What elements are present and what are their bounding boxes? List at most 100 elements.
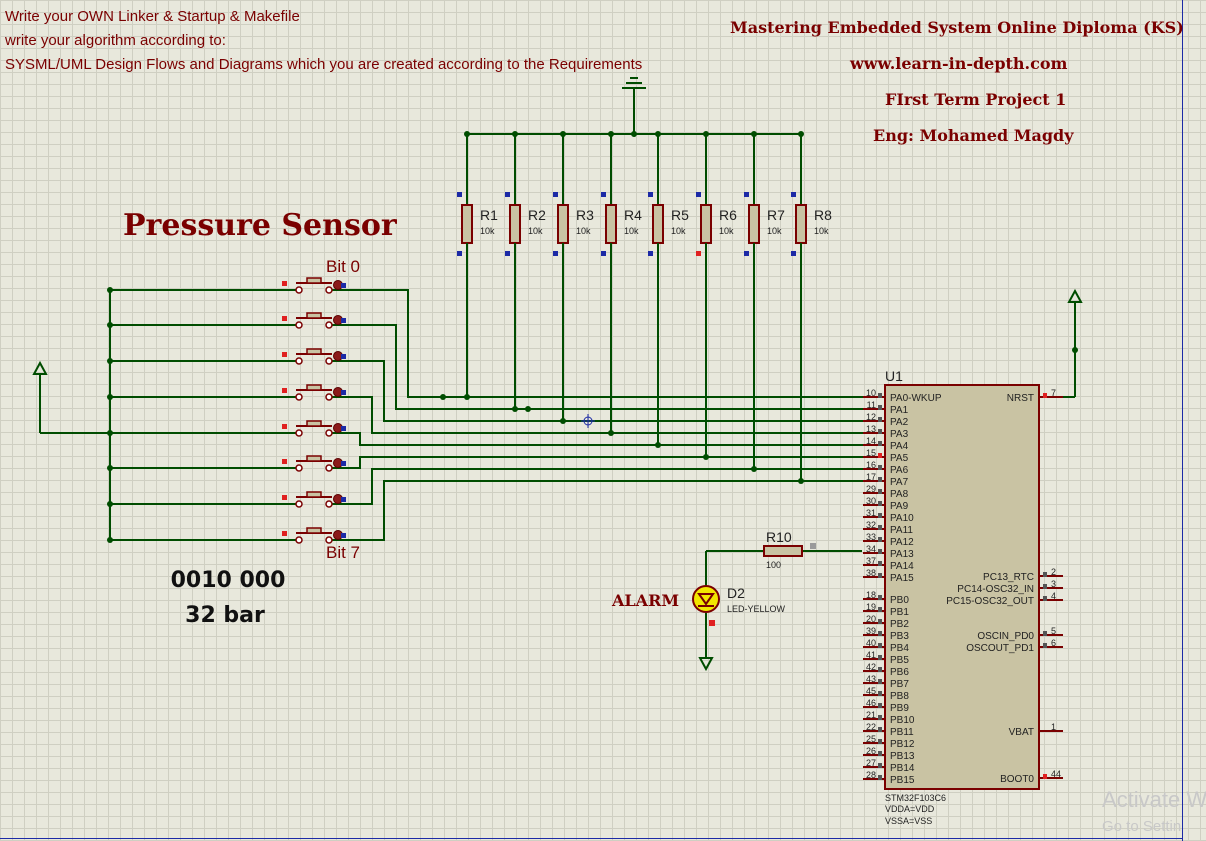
pin-name: PB10: [890, 715, 915, 726]
pin-number: 17: [866, 472, 876, 482]
pin-number: 19: [866, 602, 876, 612]
pin-marker-left: [282, 352, 287, 357]
schematic-canvas[interactable]: R110kR210kR310kR410kR510kR610kR710kR810k…: [0, 0, 1206, 841]
pin-marker-top: [648, 192, 653, 197]
resistor-body: [652, 204, 664, 244]
pin-number: 42: [866, 662, 876, 672]
pin-number: 27: [866, 758, 876, 768]
pin-name: BOOT0: [1000, 774, 1034, 785]
pin-marker: [878, 655, 882, 660]
pin-marker-left: [282, 281, 287, 286]
pin-marker: [878, 465, 882, 470]
pin-number: 39: [866, 626, 876, 636]
ground-arrow-led: [698, 657, 714, 672]
resistor-value: 10k: [767, 226, 782, 236]
pin-number: 40: [866, 638, 876, 648]
pin-name: OSCIN_PD0: [977, 631, 1034, 642]
alarm-label: ALARM: [611, 591, 679, 610]
r10-name: R10: [766, 529, 792, 545]
button-cap: [306, 348, 322, 355]
junction-dot: [525, 406, 531, 412]
button-contact-right: [325, 393, 333, 401]
bit-7-label: Bit 7: [326, 543, 360, 562]
pin-number: 46: [866, 698, 876, 708]
pin-marker-left: [282, 388, 287, 393]
pin-marker: [878, 751, 882, 756]
button-contact-left: [295, 429, 303, 437]
pin-name: PA3: [890, 429, 909, 440]
button-contact-left: [295, 286, 303, 294]
mcu-part: STM32F103C6: [885, 793, 946, 803]
pin-name: PB13: [890, 751, 915, 762]
pushbutton-bit-6: [110, 491, 346, 508]
pin-name: PA8: [890, 489, 909, 500]
pin-marker: [878, 607, 882, 612]
pin-number: 15: [866, 448, 876, 458]
pin-name: PA13: [890, 549, 914, 560]
pin-number: 1: [1051, 722, 1056, 732]
pushbutton-bit-4: [110, 420, 346, 437]
button-contact-right: [325, 357, 333, 365]
pin-name: PB12: [890, 739, 915, 750]
pin-marker-bottom: [744, 251, 749, 256]
junction-dot: [631, 131, 637, 137]
button-cap: [306, 527, 322, 534]
pin-name: PA2: [890, 417, 909, 428]
pin-marker: [878, 619, 882, 624]
resistor-body: [748, 204, 760, 244]
mcu-stm32[interactable]: U1 STM32F103C6 VDDA=VDD VSSA=VSS 10 PA0-W…: [863, 368, 1063, 826]
pushbutton-bit-7: [110, 527, 346, 544]
button-contact-right: [325, 500, 333, 508]
resistor-value: 10k: [671, 226, 686, 236]
pin-marker: [878, 549, 882, 554]
pin-number: 16: [866, 460, 876, 470]
pin-marker-left: [282, 316, 287, 321]
pin-number: 13: [866, 424, 876, 434]
pin-number: 44: [1051, 769, 1061, 779]
pin-marker-right: [341, 390, 346, 395]
junction-dot: [1072, 347, 1078, 353]
pin-name: PA12: [890, 537, 914, 548]
pin-marker: [878, 537, 882, 542]
crosshair-marker: [581, 414, 595, 428]
pin-number: 25: [866, 734, 876, 744]
alarm-resistor[interactable]: R10 100: [763, 529, 816, 570]
pin-name: PA6: [890, 465, 909, 476]
pin-number: 43: [866, 674, 876, 684]
button-contact-left: [295, 536, 303, 544]
pin-number: 18: [866, 590, 876, 600]
resistor-name: R8: [814, 207, 832, 223]
pin-marker-top: [744, 192, 749, 197]
button-contact-left: [295, 357, 303, 365]
signal-wire-bit-5: [332, 456, 863, 469]
button-cap: [306, 384, 322, 391]
pin-name: PB4: [890, 643, 909, 654]
resistor-name: R1: [480, 207, 498, 223]
pin-marker-left: [282, 424, 287, 429]
pin-marker: [878, 477, 882, 482]
signal-wire-bit-6: [332, 468, 863, 505]
pin-name: PB6: [890, 667, 909, 678]
pin-number: 28: [866, 770, 876, 780]
pin-name: PA14: [890, 561, 914, 572]
pin-name: PA0-WKUP: [890, 393, 942, 404]
pin-number: 11: [867, 400, 876, 410]
pin-name: PA7: [890, 477, 909, 488]
pin-number: 41: [866, 650, 876, 660]
resistor-body: [461, 204, 473, 244]
pin-marker-top: [457, 192, 462, 197]
pin-marker-bottom: [696, 251, 701, 256]
pin-marker-right: [341, 283, 346, 288]
mcu-note-vdda: VDDA=VDD: [885, 804, 935, 814]
pin-marker-top: [553, 192, 558, 197]
pin-name: PA1: [890, 405, 909, 416]
pin-number: 37: [866, 556, 876, 566]
button-cap: [306, 312, 322, 319]
resistor-body: [795, 204, 807, 244]
signal-wire-bit-2: [332, 360, 863, 422]
button-cap: [306, 420, 322, 427]
pullup-resistors: R110kR210kR310kR410kR510kR610kR710kR810k: [457, 134, 832, 481]
power-arrow-left: [32, 360, 48, 375]
pin-marker: [1043, 631, 1047, 636]
pin-number: 34: [866, 544, 876, 554]
